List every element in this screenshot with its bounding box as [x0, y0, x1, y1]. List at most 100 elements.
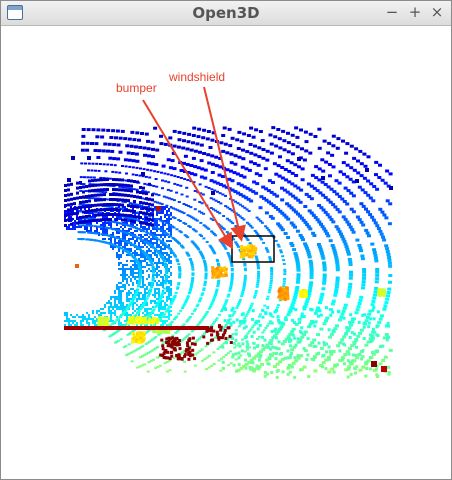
point: [156, 284, 158, 286]
point: [263, 338, 267, 342]
minimize-button[interactable]: −: [382, 2, 402, 22]
point: [221, 345, 225, 349]
close-button[interactable]: ×: [427, 2, 447, 22]
point: [142, 272, 144, 274]
point: [158, 290, 160, 292]
point: [190, 312, 194, 315]
point: [330, 367, 335, 371]
point: [116, 242, 118, 244]
point: [120, 286, 122, 288]
point: [100, 308, 102, 310]
point: [85, 141, 90, 145]
point: [132, 260, 134, 262]
point: [124, 323, 128, 326]
point: [243, 274, 247, 277]
point: [307, 325, 312, 329]
point: [263, 374, 267, 378]
title-bar[interactable]: Open3D − + ×: [1, 1, 451, 26]
point: [134, 252, 136, 254]
point: [94, 208, 97, 212]
point: [122, 290, 124, 292]
point: [266, 295, 270, 298]
point: [179, 184, 183, 187]
point: [154, 232, 156, 234]
point: [150, 263, 154, 266]
point: [261, 156, 266, 160]
point: [150, 270, 152, 272]
point: [165, 341, 169, 344]
point: [230, 265, 234, 267]
point: [158, 308, 160, 310]
point: [168, 314, 170, 316]
point: [160, 262, 162, 264]
point: [239, 139, 244, 143]
point: [70, 206, 72, 208]
point: [164, 220, 166, 222]
point: [102, 224, 104, 226]
point: [152, 238, 154, 240]
point: [166, 290, 168, 292]
point: [177, 312, 181, 315]
point: [142, 211, 145, 215]
point: [183, 370, 187, 373]
point: [368, 213, 373, 217]
point: [88, 314, 90, 316]
point: [368, 367, 372, 371]
point: [163, 172, 167, 175]
point: [387, 258, 392, 262]
point: [302, 306, 306, 309]
point: [359, 295, 364, 299]
point: [359, 162, 364, 166]
point: [386, 321, 390, 325]
point: [318, 298, 323, 302]
point: [197, 248, 201, 251]
point: [82, 210, 85, 214]
point: [349, 144, 354, 148]
point: [364, 374, 368, 378]
point: [127, 137, 132, 141]
point: [170, 174, 174, 177]
point-cloud-viewport[interactable]: bumper windshield: [1, 26, 451, 479]
point: [187, 254, 191, 257]
point: [136, 272, 138, 274]
point: [126, 292, 128, 294]
point: [74, 320, 76, 322]
point: [165, 370, 169, 373]
point: [343, 217, 348, 221]
point: [161, 220, 165, 223]
point: [200, 202, 204, 205]
point: [177, 343, 181, 347]
point-cloud-canvas[interactable]: [1, 26, 451, 479]
point: [307, 375, 311, 379]
point: [214, 292, 218, 295]
point: [124, 218, 127, 222]
point: [322, 139, 327, 143]
point: [154, 163, 159, 166]
point: [116, 306, 118, 308]
point: [148, 248, 150, 250]
point: [160, 216, 162, 218]
vehicle-point: [252, 248, 256, 252]
point: [129, 187, 133, 190]
point: [139, 196, 142, 199]
point: [367, 312, 372, 316]
point: [295, 229, 300, 233]
point: [114, 290, 116, 292]
point: [191, 336, 195, 340]
maximize-button[interactable]: +: [405, 2, 425, 22]
point: [156, 262, 158, 264]
point: [296, 337, 300, 341]
point: [114, 310, 116, 312]
point: [146, 238, 148, 240]
point: [124, 268, 126, 270]
point: [354, 371, 357, 375]
point: [230, 136, 235, 140]
point: [351, 210, 356, 214]
point: [142, 236, 144, 238]
point: [268, 357, 272, 361]
point: [110, 240, 112, 242]
vehicle-point: [215, 267, 219, 270]
point: [100, 193, 103, 197]
point: [126, 280, 128, 282]
point: [191, 268, 195, 271]
